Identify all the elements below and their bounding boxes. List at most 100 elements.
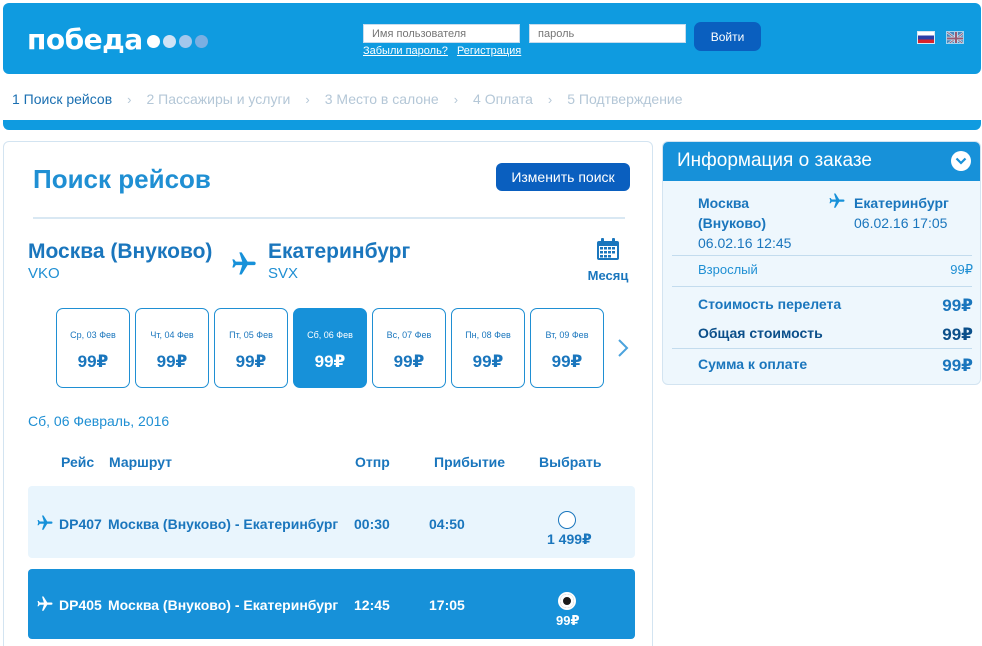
chevron-down-icon[interactable] bbox=[951, 151, 971, 171]
page-title: Поиск рейсов bbox=[33, 164, 211, 194]
order-destination-datetime: 06.02.16 17:05 bbox=[854, 215, 948, 231]
flight-number: DP407 bbox=[59, 516, 102, 532]
amount-due-label: Сумма к оплате bbox=[698, 356, 808, 372]
order-origin: Москва (Внуково) 06.02.16 12:45 bbox=[698, 193, 791, 253]
register-link[interactable]: Регистрация bbox=[457, 45, 521, 57]
date-price: 99₽ bbox=[472, 352, 504, 371]
order-destination: Екатеринбург 06.02.16 17:05 bbox=[854, 193, 949, 233]
total-cost-label: Общая стоимость bbox=[698, 325, 823, 341]
date-card-selected[interactable]: Сб, 06 Фев 99₽ bbox=[293, 308, 367, 388]
booking-steps: 1 Поиск рейсов › 2 Пассажиры и услуги › … bbox=[12, 91, 683, 107]
forgot-password-link[interactable]: Забыли пароль? bbox=[363, 45, 448, 57]
amount-due-value: 99₽ bbox=[942, 356, 973, 375]
next-dates-chevron-icon[interactable] bbox=[617, 338, 629, 364]
column-select: Выбрать bbox=[539, 454, 602, 470]
calendar-icon bbox=[597, 238, 619, 260]
step-confirmation: 5 Подтверждение bbox=[567, 91, 683, 107]
flight-departure: 12:45 bbox=[354, 597, 390, 613]
russian-flag-icon[interactable] bbox=[917, 31, 935, 44]
date-label: Ср, 03 Фев bbox=[70, 330, 116, 340]
password-input[interactable] bbox=[529, 24, 686, 43]
month-view-button[interactable]: Месяц bbox=[583, 237, 633, 283]
login-links: Забыли пароль? Регистрация bbox=[363, 45, 521, 57]
pobeda-logo[interactable]: победа bbox=[27, 22, 208, 56]
destination-city: Екатеринбург bbox=[268, 240, 411, 263]
passenger-label: Взрослый bbox=[698, 262, 758, 277]
order-header[interactable]: Информация о заказе bbox=[663, 142, 980, 181]
date-label: Вс, 07 Фев bbox=[386, 330, 432, 340]
order-destination-city: Екатеринбург bbox=[854, 195, 949, 211]
column-route: Маршрут bbox=[109, 454, 173, 470]
logo-dots-icon bbox=[146, 34, 208, 48]
flight-cost-label: Стоимость перелета bbox=[698, 296, 842, 312]
step-passengers: 2 Пассажиры и услуги bbox=[146, 91, 291, 107]
date-price: 99₽ bbox=[156, 352, 188, 371]
site-header: победа Забыли пароль? Регистрация Войти bbox=[3, 3, 981, 74]
flight-arrival: 17:05 bbox=[429, 597, 465, 613]
amount-due-row: Сумма к оплате 99₽ bbox=[698, 356, 973, 376]
divider bbox=[672, 348, 972, 349]
date-card[interactable]: Ср, 03 Фев 99₽ bbox=[56, 308, 130, 388]
airplane-icon bbox=[37, 596, 53, 611]
english-flag-icon[interactable] bbox=[946, 31, 964, 44]
date-price: 99₽ bbox=[551, 352, 583, 371]
month-label: Месяц bbox=[587, 268, 629, 283]
date-price: 99₽ bbox=[235, 352, 267, 371]
date-label: Пт, 05 Фев bbox=[229, 330, 273, 340]
date-card[interactable]: Пн, 08 Фев 99₽ bbox=[451, 308, 525, 388]
username-input[interactable] bbox=[363, 24, 520, 43]
origin-code: VKO bbox=[28, 265, 60, 282]
passenger-row: Взрослый 99₽ bbox=[698, 262, 973, 278]
destination-code: SVX bbox=[268, 265, 299, 282]
date-label: Чт, 04 Фев bbox=[150, 330, 194, 340]
column-arrival: Прибытие bbox=[434, 454, 506, 470]
flight-cost-value: 99₽ bbox=[942, 296, 973, 315]
date-price: 99₽ bbox=[393, 352, 425, 371]
flight-price: 1 499₽ bbox=[547, 531, 592, 547]
flight-select-radio[interactable] bbox=[558, 592, 576, 610]
date-label: Пн, 08 Фев bbox=[465, 330, 511, 340]
chevron-right-icon: › bbox=[547, 91, 553, 107]
divider bbox=[33, 217, 625, 219]
date-price: 99₽ bbox=[77, 352, 109, 371]
flight-arrival: 04:50 bbox=[429, 516, 465, 532]
login-button[interactable]: Войти bbox=[694, 22, 761, 51]
origin: Москва (Внуково) VKO bbox=[28, 240, 212, 282]
selected-date: Сб, 06 Февраль, 2016 bbox=[28, 413, 170, 429]
flight-route: Москва (Внуково) - Екатеринбург bbox=[108, 597, 339, 613]
chevron-right-icon: › bbox=[305, 91, 310, 107]
airplane-icon bbox=[829, 193, 845, 208]
flight-search-panel: Поиск рейсов Изменить поиск Москва (Внук… bbox=[3, 141, 653, 646]
order-origin-datetime: 06.02.16 12:45 bbox=[698, 235, 792, 251]
column-departure: Отпр bbox=[355, 454, 390, 470]
airplane-icon bbox=[232, 252, 256, 275]
order-origin-city: Москва bbox=[698, 195, 750, 211]
flight-row-selected[interactable]: DP405 Москва (Внуково) - Екатеринбург 12… bbox=[28, 569, 635, 639]
date-card[interactable]: Пт, 05 Фев 99₽ bbox=[214, 308, 288, 388]
date-card[interactable]: Чт, 04 Фев 99₽ bbox=[135, 308, 209, 388]
total-cost-value: 99₽ bbox=[942, 325, 973, 344]
flight-select-radio[interactable] bbox=[558, 511, 576, 529]
order-info-panel: Информация о заказе Москва (Внуково) 06.… bbox=[662, 141, 981, 385]
flight-row[interactable]: DP407 Москва (Внуково) - Екатеринбург 00… bbox=[28, 486, 635, 558]
logo-text: победа bbox=[27, 22, 143, 56]
step-search[interactable]: 1 Поиск рейсов bbox=[12, 91, 112, 107]
date-card[interactable]: Вс, 07 Фев 99₽ bbox=[372, 308, 446, 388]
date-label: Сб, 06 Фев bbox=[307, 330, 353, 340]
step-payment: 4 Оплата bbox=[473, 91, 533, 107]
date-label: Вт, 09 Фев bbox=[545, 330, 589, 340]
flight-number: DP405 bbox=[59, 597, 102, 613]
column-flight: Рейс bbox=[61, 454, 95, 470]
change-search-button[interactable]: Изменить поиск bbox=[496, 163, 630, 191]
date-card[interactable]: Вт, 09 Фев 99₽ bbox=[530, 308, 604, 388]
step-seat: 3 Место в салоне bbox=[324, 91, 439, 107]
airplane-icon bbox=[37, 515, 53, 530]
passenger-price: 99₽ bbox=[950, 262, 973, 277]
flight-route: Москва (Внуково) - Екатеринбург bbox=[108, 516, 339, 532]
divider bbox=[672, 286, 972, 287]
total-cost-row: Общая стоимость 99₽ bbox=[698, 325, 973, 345]
chevron-right-icon: › bbox=[453, 91, 459, 107]
date-price: 99₽ bbox=[314, 352, 346, 371]
order-title: Информация о заказе bbox=[677, 150, 872, 171]
flight-cost-row: Стоимость перелета 99₽ bbox=[698, 296, 973, 316]
